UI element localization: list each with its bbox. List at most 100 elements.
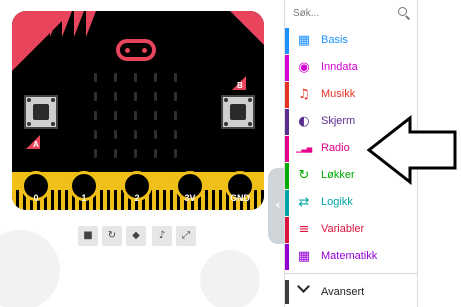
led: [114, 92, 117, 101]
led: [94, 111, 97, 120]
pin-label: 1: [81, 193, 87, 203]
led: [174, 130, 177, 139]
led: [134, 92, 137, 101]
led-matrix: [90, 69, 178, 161]
list-icon: ≡: [298, 222, 310, 237]
microbit-logo: [116, 39, 156, 61]
category-color-bar: [285, 28, 289, 54]
refresh-icon: ↻: [298, 168, 310, 183]
pointing-arrow-icon: [366, 115, 457, 185]
stop-button[interactable]: ■: [78, 226, 98, 246]
category-variabler[interactable]: ≡ Variabler: [285, 217, 417, 243]
led: [134, 111, 137, 120]
pin-label: 3V: [184, 193, 196, 203]
edge-contact: [114, 190, 117, 210]
background-cog-decoration: [0, 230, 60, 307]
fullscreen-button[interactable]: ⤢: [176, 226, 196, 246]
shuffle-icon: ⇄: [298, 195, 310, 210]
led: [154, 130, 157, 139]
restart-button[interactable]: ↻: [102, 226, 122, 246]
background-cog-decoration: [200, 250, 260, 307]
category-musikk[interactable]: ♫ Musikk: [285, 82, 417, 108]
category-label: Matematikk: [321, 250, 378, 262]
led: [94, 92, 97, 101]
pin-label: 0: [33, 193, 39, 203]
led: [154, 149, 157, 158]
grid-icon: ▦: [297, 33, 311, 48]
category-inndata[interactable]: ◉ Inndata: [285, 55, 417, 81]
slow-motion-button[interactable]: ◆: [126, 226, 146, 246]
chevron-down-icon: [297, 280, 310, 293]
edge-contact: [170, 190, 173, 210]
led: [134, 73, 137, 82]
advanced-category[interactable]: Avansert: [285, 280, 417, 304]
led: [174, 73, 177, 82]
edge-contact: [212, 190, 215, 210]
category-label: Radio: [321, 142, 350, 154]
led: [114, 111, 117, 120]
led: [154, 92, 157, 101]
category-color-bar: [285, 217, 289, 243]
divider: [285, 273, 417, 274]
edge-contact: [261, 190, 264, 210]
edge-contact: [163, 190, 166, 210]
led: [174, 149, 177, 158]
category-color-bar: [285, 244, 289, 270]
category-label: Musikk: [321, 88, 356, 100]
category-label: Inndata: [321, 61, 358, 73]
microbit-simulator[interactable]: A B 0 1 2 3V GND: [12, 11, 264, 210]
led: [134, 130, 137, 139]
calculator-icon: ▦: [297, 249, 311, 264]
category-logikk[interactable]: ⇄ Logikk: [285, 190, 417, 216]
category-label: Variabler: [321, 223, 365, 235]
advanced-label: Avansert: [321, 286, 365, 298]
edge-contact: [156, 190, 159, 210]
led: [154, 73, 157, 82]
board-corner-decoration: [50, 11, 100, 39]
led: [154, 111, 157, 120]
category-color-bar: [285, 55, 289, 81]
edge-contact: [205, 190, 208, 210]
led: [174, 111, 177, 120]
headphones-icon: ♫: [298, 87, 310, 102]
led: [174, 92, 177, 101]
category-color-bar: [285, 190, 289, 216]
search-input[interactable]: [293, 6, 389, 20]
led: [114, 130, 117, 139]
toolbox-search: [287, 2, 417, 24]
led: [94, 149, 97, 158]
category-color-bar: [285, 136, 289, 162]
mute-button[interactable]: ♪: [152, 226, 172, 246]
edge-contact: [219, 190, 222, 210]
edge-contact: [107, 190, 110, 210]
led: [94, 130, 97, 139]
button-a[interactable]: [24, 95, 58, 129]
led: [114, 73, 117, 82]
led: [114, 149, 117, 158]
category-color-bar: [285, 280, 289, 304]
button-b-label: B: [237, 81, 243, 90]
pin-label: GND: [230, 193, 250, 203]
signal-bars-icon: ▁▃▅: [296, 145, 313, 153]
edge-contact: [58, 190, 61, 210]
category-basis[interactable]: ▦ Basis: [285, 28, 417, 54]
category-label: Skjerm: [321, 115, 356, 127]
category-color-bar: [285, 82, 289, 108]
category-color-bar: [285, 163, 289, 189]
target-icon: ◉: [298, 60, 310, 75]
led: [134, 149, 137, 158]
edge-contact: [51, 190, 54, 210]
button-b[interactable]: [221, 95, 255, 129]
pin-label: 2: [134, 193, 140, 203]
category-matematikk[interactable]: ▦ Matematikk: [285, 244, 417, 270]
led: [94, 73, 97, 82]
search-icon[interactable]: [398, 7, 407, 16]
board-corner-decoration: [230, 11, 264, 45]
edge-contact: [65, 190, 68, 210]
category-label: Logikk: [321, 196, 353, 208]
toggle-icon: ◐: [298, 114, 310, 129]
category-label: Basis: [321, 34, 348, 46]
category-color-bar: [285, 109, 289, 135]
button-a-label: A: [33, 140, 39, 149]
edge-contact: [100, 190, 103, 210]
